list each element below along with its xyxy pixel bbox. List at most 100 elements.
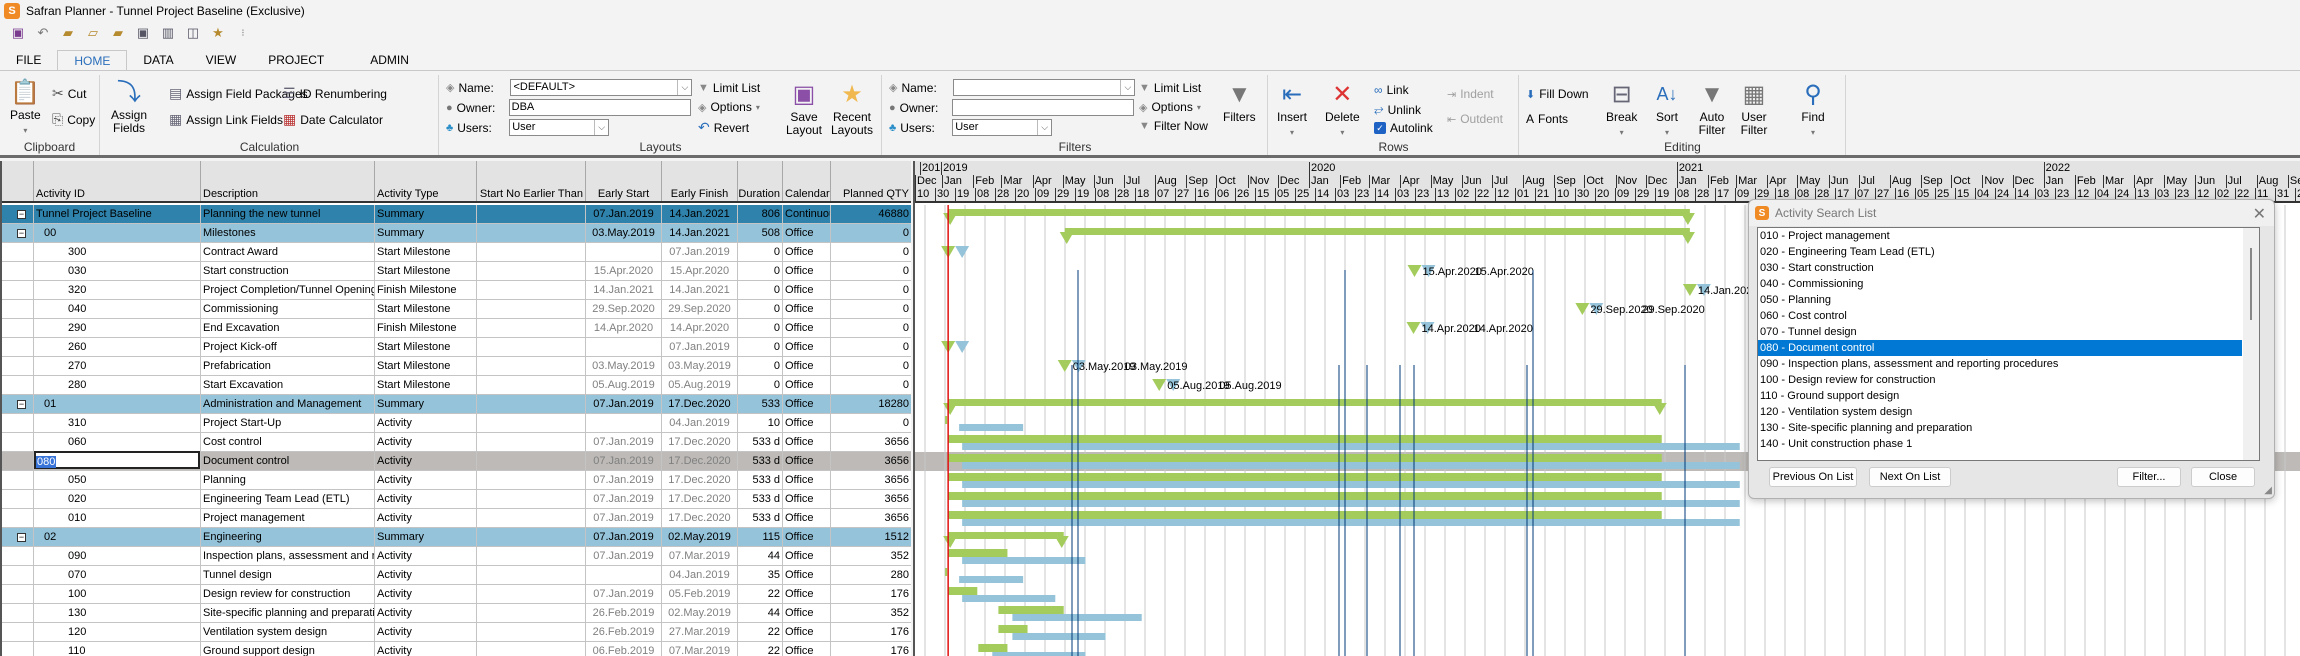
collapse-toggle-icon[interactable]: −: [17, 400, 26, 409]
cell-type[interactable]: Summary: [375, 395, 477, 413]
list-item[interactable]: 110 - Ground support design: [1758, 388, 2242, 404]
cell-es[interactable]: 07.Jan.2019: [586, 205, 662, 223]
column-header-start-no-earlier-than[interactable]: Start No Earlier Than: [477, 161, 586, 201]
cell-qty[interactable]: 3656: [831, 452, 911, 470]
layout-name-select[interactable]: <DEFAULT> ⌵: [510, 79, 693, 96]
filter-name-select[interactable]: ⌵: [953, 79, 1136, 96]
resize-grip-icon[interactable]: ◢: [2264, 485, 2272, 496]
table-row[interactable]: 280 Start Excavation Start Milestone 05.Aug…: [2, 376, 911, 395]
collapse-toggle-icon[interactable]: −: [17, 229, 26, 238]
cell-id[interactable]: 300: [34, 243, 201, 261]
cell-es[interactable]: 26.Feb.2019: [586, 604, 662, 622]
previous-on-list-button[interactable]: Previous On List: [1769, 467, 1857, 487]
row-selector[interactable]: [2, 357, 34, 375]
cell-type[interactable]: Activity: [375, 585, 477, 603]
cell-snet[interactable]: [477, 604, 586, 622]
column-header-activity-type[interactable]: Activity Type: [375, 161, 477, 201]
row-selector[interactable]: [2, 604, 34, 622]
row-selector[interactable]: [2, 243, 34, 261]
date-calculator-button[interactable]: ▦ Date Calculator: [283, 111, 383, 128]
sort-button[interactable]: A↓ Sort ▾: [1652, 79, 1682, 139]
cell-ef[interactable]: 17.Dec.2020: [662, 490, 738, 508]
row-selector[interactable]: [2, 547, 34, 565]
table-row[interactable]: 260 Project Kick-off Start Milestone 07.Jan…: [2, 338, 911, 357]
activity-list[interactable]: 010 - Project management 020 - Engineerin…: [1757, 227, 2260, 461]
cell-desc[interactable]: Tunnel design: [201, 566, 375, 584]
cell-desc[interactable]: Document control: [201, 452, 375, 470]
cell-type[interactable]: Activity: [375, 642, 477, 656]
row-selector[interactable]: [2, 642, 34, 656]
cell-type[interactable]: Start Milestone: [375, 243, 477, 261]
cell-snet[interactable]: [477, 376, 586, 394]
layout-options-button[interactable]: ◈ Options ▾: [698, 100, 760, 114]
cell-dur[interactable]: 44: [738, 604, 783, 622]
collapse-toggle-icon[interactable]: −: [17, 210, 26, 219]
delete-button[interactable]: ✕ Delete ▾: [1325, 79, 1360, 139]
cell-snet[interactable]: [477, 262, 586, 280]
table-row[interactable]: 130 Site-specific planning and preparatio…: [2, 604, 911, 623]
cell-es[interactable]: 15.Apr.2020: [586, 262, 662, 280]
list-item[interactable]: 010 - Project management: [1758, 228, 2242, 244]
cell-type[interactable]: Start Milestone: [375, 262, 477, 280]
table-row[interactable]: 090 Inspection plans, assessment and re Ac…: [2, 547, 911, 566]
cell-dur[interactable]: 115: [738, 528, 783, 546]
cell-type[interactable]: Summary: [375, 224, 477, 242]
cell-qty[interactable]: 352: [831, 604, 911, 622]
cell-qty[interactable]: 46880: [831, 205, 911, 223]
cell-desc[interactable]: Commissioning: [201, 300, 375, 318]
cell-dur[interactable]: 533 d: [738, 490, 783, 508]
filter-users-select[interactable]: User ⌵: [952, 119, 1053, 136]
cell-cal[interactable]: Office: [783, 395, 831, 413]
cell-desc[interactable]: Project management: [201, 509, 375, 527]
assign-link-fields-button[interactable]: ▦ Assign Link Fields: [169, 111, 283, 128]
cell-es[interactable]: 14.Apr.2020: [586, 319, 662, 337]
cell-type[interactable]: Activity: [375, 566, 477, 584]
filter-owner-input[interactable]: [951, 99, 1134, 116]
list-item[interactable]: 060 - Cost control: [1758, 308, 2242, 324]
column-header-description[interactable]: Description: [201, 161, 375, 201]
tab-project[interactable]: PROJECT: [252, 50, 354, 71]
cell-snet[interactable]: [477, 585, 586, 603]
cell-type[interactable]: Activity: [375, 414, 477, 432]
table-row[interactable]: 100 Design review for construction Activit…: [2, 585, 911, 604]
break-button[interactable]: ⊟ Break ▾: [1606, 79, 1637, 139]
open-icon[interactable]: ▱: [85, 25, 101, 41]
cell-qty[interactable]: 0: [831, 357, 911, 375]
cell-desc[interactable]: Planning: [201, 471, 375, 489]
table-row[interactable]: 020 Engineering Team Lead (ETL) Activity 07…: [2, 490, 911, 509]
cell-qty[interactable]: 352: [831, 547, 911, 565]
print-preview-icon[interactable]: ◫: [185, 25, 201, 41]
cell-id[interactable]: 290: [34, 319, 201, 337]
cell-snet[interactable]: [477, 452, 586, 470]
cell-id[interactable]: 030: [34, 262, 201, 280]
cell-type[interactable]: Start Milestone: [375, 357, 477, 375]
cell-qty[interactable]: 3656: [831, 509, 911, 527]
column-header-duration[interactable]: Duration: [738, 161, 783, 201]
cell-ef[interactable]: 14.Jan.2021: [662, 224, 738, 242]
cell-type[interactable]: Activity: [375, 433, 477, 451]
dialog-title-bar[interactable]: S Activity Search List: [1749, 200, 2274, 226]
cell-id[interactable]: 130: [34, 604, 201, 622]
cell-id[interactable]: Tunnel Project Baseline: [34, 205, 201, 223]
layout-owner-input[interactable]: DBA: [508, 99, 691, 116]
cell-qty[interactable]: 0: [831, 243, 911, 261]
cell-es[interactable]: 07.Jan.2019: [586, 433, 662, 451]
cell-qty[interactable]: 0: [831, 414, 911, 432]
cell-dur[interactable]: 533 d: [738, 471, 783, 489]
cell-ef[interactable]: 07.Mar.2019: [662, 642, 738, 656]
cell-ef[interactable]: 07.Jan.2019: [662, 338, 738, 356]
paste-button[interactable]: 📋 Paste ▾: [10, 77, 41, 137]
cell-desc[interactable]: Ventilation system design: [201, 623, 375, 641]
cell-id[interactable]: 070: [34, 566, 201, 584]
cell-cal[interactable]: Office: [783, 433, 831, 451]
row-selector[interactable]: [2, 414, 34, 432]
cell-dur[interactable]: 22: [738, 623, 783, 641]
column-header-activity-id[interactable]: Activity ID: [34, 161, 201, 201]
cell-qty[interactable]: 280: [831, 566, 911, 584]
cell-ef[interactable]: 05.Aug.2019: [662, 376, 738, 394]
cell-dur[interactable]: 533 d: [738, 452, 783, 470]
cell-qty[interactable]: 0: [831, 262, 911, 280]
cell-es[interactable]: 14.Jan.2021: [586, 281, 662, 299]
cell-snet[interactable]: [477, 414, 586, 432]
find-button[interactable]: ⚲ Find ▾: [1798, 79, 1828, 139]
